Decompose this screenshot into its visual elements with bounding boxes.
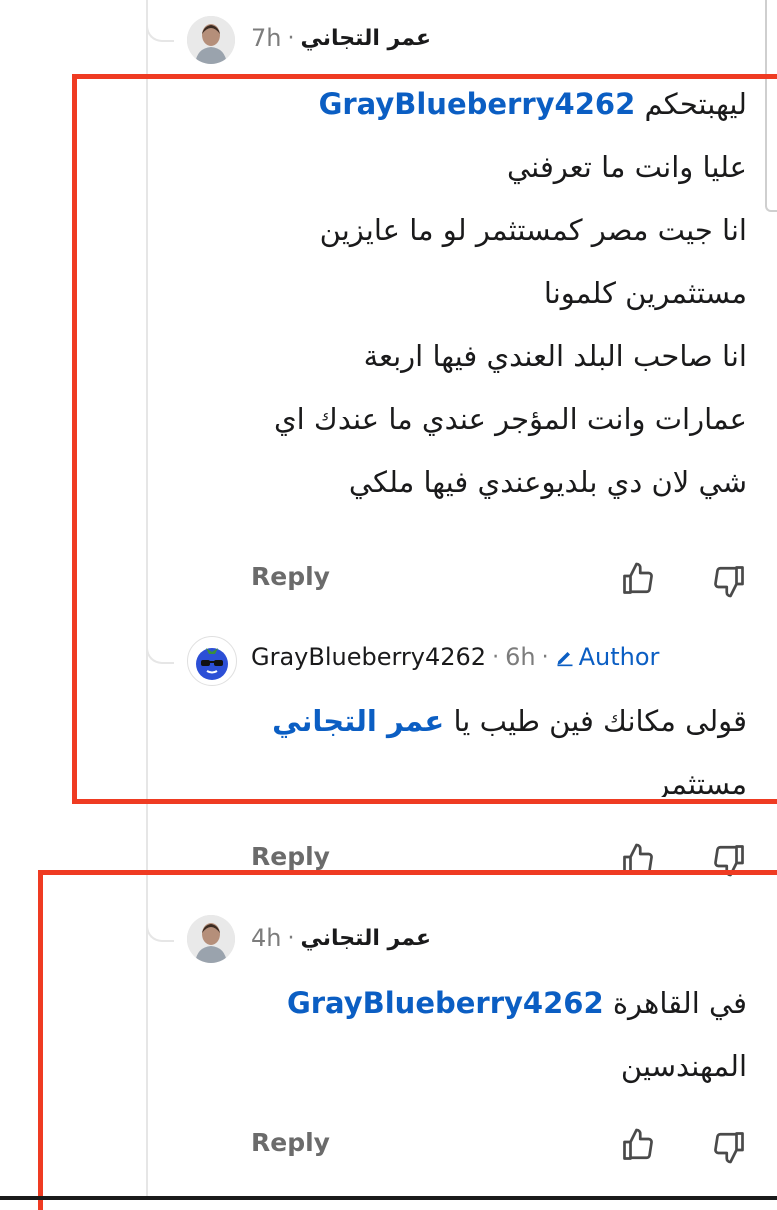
comment-meta: 7h · عمر التجاني [251, 24, 431, 52]
bottom-edge [0, 1196, 777, 1200]
timestamp: 7h [251, 24, 282, 52]
highlight-box [72, 74, 777, 804]
user-photo-icon [187, 16, 235, 64]
meta-separator: · [287, 25, 295, 51]
highlight-box [38, 870, 777, 1210]
thread-connector [146, 18, 174, 42]
author-name[interactable]: عمر التجاني [300, 26, 431, 51]
reply-button[interactable]: Reply [251, 842, 330, 871]
avatar[interactable] [187, 16, 235, 64]
